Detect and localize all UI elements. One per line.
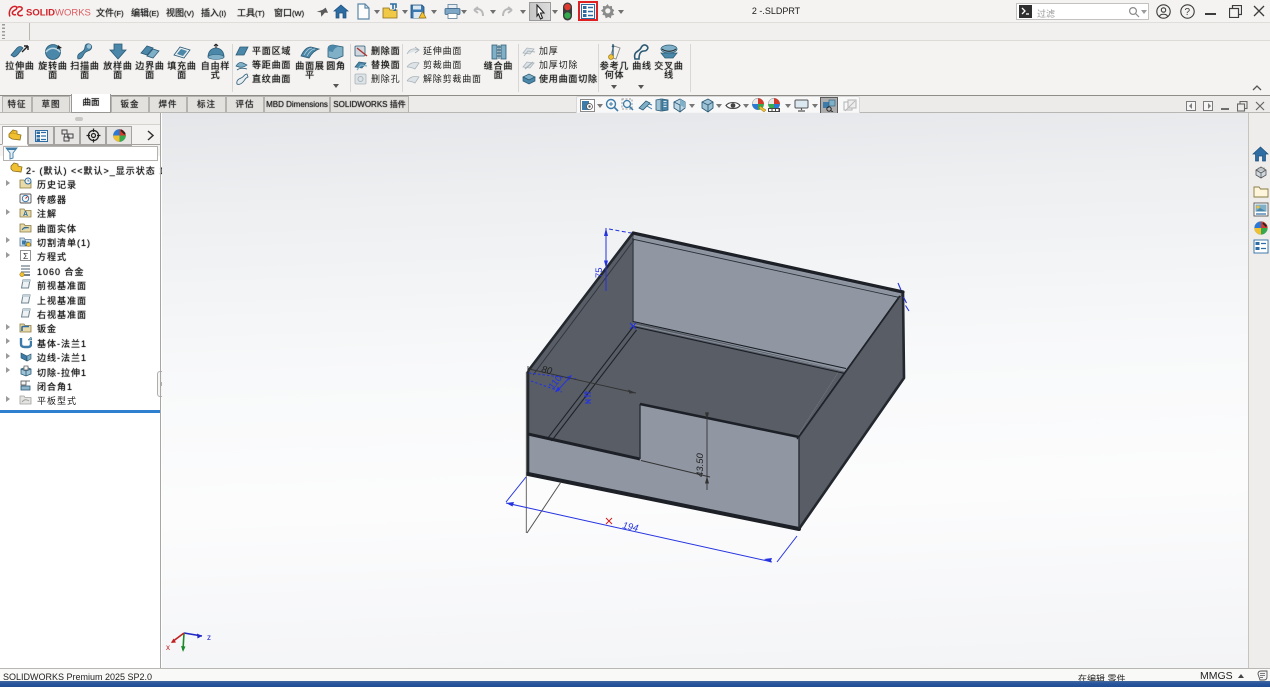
svg-text:?: ? bbox=[1185, 7, 1191, 18]
svg-text:SOLID: SOLID bbox=[26, 8, 55, 19]
svg-text:194: 194 bbox=[621, 520, 639, 534]
svg-text:43.50: 43.50 bbox=[695, 453, 706, 477]
svg-text:75: 75 bbox=[594, 267, 605, 278]
svg-text:Σ: Σ bbox=[23, 251, 28, 261]
svg-text:x: x bbox=[166, 643, 170, 652]
svg-text:A: A bbox=[23, 211, 28, 218]
svg-text:WORKS: WORKS bbox=[55, 8, 91, 19]
svg-text:z: z bbox=[207, 633, 211, 642]
